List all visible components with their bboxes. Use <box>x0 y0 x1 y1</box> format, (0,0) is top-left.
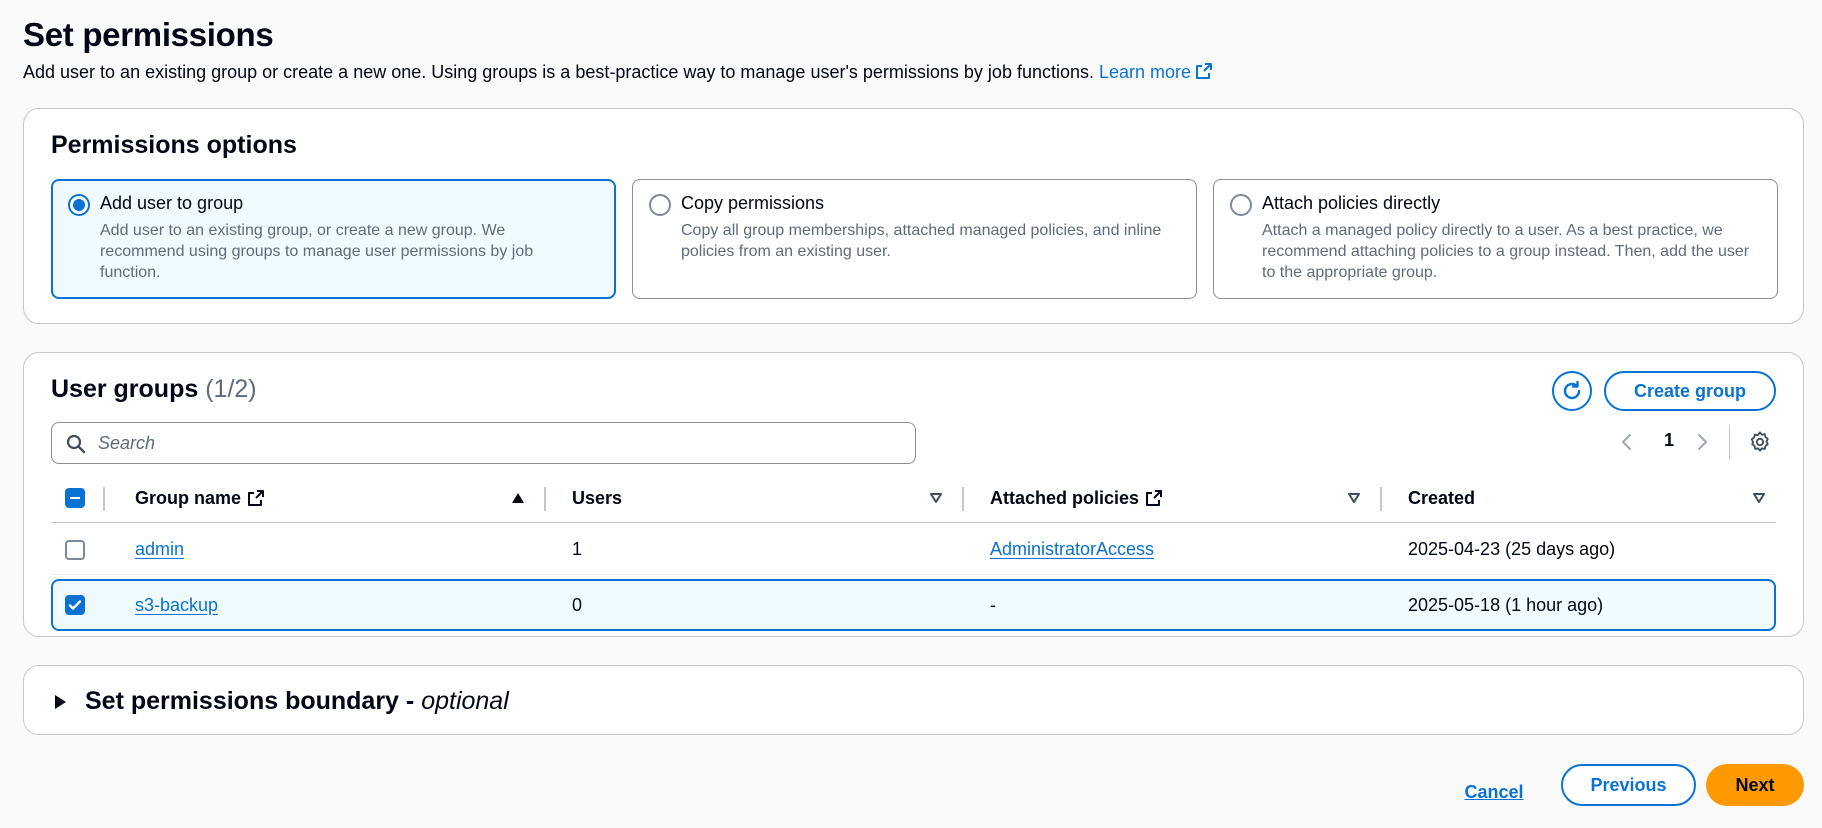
gear-icon[interactable] <box>1749 431 1771 453</box>
page-description: Add user to an existing group or create … <box>23 62 1213 83</box>
option-description: Add user to an existing group, or create… <box>100 222 534 281</box>
external-link-icon <box>1146 490 1163 506</box>
learn-more-link[interactable]: Learn more <box>1099 62 1213 82</box>
boundary-title-text: Set permissions boundary - <box>85 687 422 715</box>
learn-more-label: Learn more <box>1099 62 1192 82</box>
external-link-icon <box>248 490 265 506</box>
table-row[interactable]: admin 1 AdministratorAccess 2025-04-23 (… <box>51 525 1776 575</box>
refresh-button[interactable] <box>1552 371 1592 411</box>
option-attach-policies-directly[interactable]: Attach policies directly Attach a manage… <box>1213 179 1778 299</box>
column-divider <box>962 487 964 511</box>
policy-link[interactable]: AdministratorAccess <box>990 539 1154 560</box>
created-date: 2025-04-23 (25 days ago) <box>1408 539 1616 559</box>
select-all-checkbox[interactable] <box>65 488 85 508</box>
user-groups-title-text: User groups <box>51 375 199 403</box>
search-icon <box>66 434 86 454</box>
optional-label: optional <box>421 687 509 715</box>
sort-ascending-icon[interactable] <box>511 492 525 504</box>
sort-icon[interactable] <box>1347 492 1361 504</box>
search-input[interactable] <box>98 423 898 463</box>
page-description-text: Add user to an existing group or create … <box>23 62 1094 82</box>
column-header-group-name[interactable]: Group name <box>135 473 265 523</box>
caret-right-icon[interactable] <box>53 694 67 710</box>
chevron-right-icon[interactable] <box>1694 433 1710 451</box>
create-group-button[interactable]: Create group <box>1604 371 1776 411</box>
previous-button[interactable]: Previous <box>1561 764 1696 806</box>
option-label: Attach policies directly <box>1262 193 1441 213</box>
page-number[interactable]: 1 <box>1662 430 1676 451</box>
row-checkbox[interactable] <box>65 540 85 560</box>
radio-button-selected[interactable] <box>68 194 90 216</box>
chevron-left-icon[interactable] <box>1619 433 1635 451</box>
option-copy-permissions[interactable]: Copy permissions Copy all group membersh… <box>632 179 1197 299</box>
created-date: 2025-05-18 (1 hour ago) <box>1408 594 1604 615</box>
next-button[interactable]: Next <box>1706 764 1804 806</box>
table-row-selected[interactable]: s3-backup 0 - 2025-05-18 (1 hour ago) <box>51 579 1776 631</box>
page-title: Set permissions <box>23 16 274 53</box>
user-groups-panel: User groups (1/2) Create group 1 Group n… <box>23 352 1804 637</box>
option-label: Copy permissions <box>681 193 825 213</box>
search-field <box>51 422 916 464</box>
table-header: Group name Users Attached policies Creat… <box>51 473 1776 523</box>
row-checkbox-checked[interactable] <box>65 595 85 615</box>
users-count: 1 <box>572 539 583 559</box>
option-label: Add user to group <box>100 193 244 213</box>
radio-button[interactable] <box>1230 194 1252 216</box>
user-groups-title: User groups (1/2) <box>51 375 257 404</box>
permissions-options-panel: Permissions options Add user to group Ad… <box>23 108 1804 324</box>
column-divider <box>103 487 105 511</box>
sort-icon[interactable] <box>1752 492 1766 504</box>
user-groups-count: (1/2) <box>205 375 257 403</box>
permissions-boundary-panel[interactable]: Set permissions boundary - optional <box>23 665 1804 735</box>
option-description: Attach a managed policy directly to a us… <box>1262 222 1750 281</box>
external-link-icon <box>1196 63 1213 79</box>
pager-divider <box>1729 425 1730 459</box>
column-divider <box>1380 487 1382 511</box>
option-add-user-to-group[interactable]: Add user to group Add user to an existin… <box>51 179 616 299</box>
column-header-created[interactable]: Created <box>1408 473 1475 523</box>
cancel-button[interactable]: Cancel <box>1450 772 1538 812</box>
permissions-boundary-title[interactable]: Set permissions boundary - optional <box>85 687 509 716</box>
group-name-link[interactable]: s3-backup <box>135 595 218 616</box>
column-label: Users <box>572 487 623 508</box>
users-count: 0 <box>572 594 583 615</box>
policy-value: - <box>990 594 996 615</box>
column-header-users[interactable]: Users <box>572 473 622 523</box>
radio-button[interactable] <box>649 194 671 216</box>
checkmark-icon <box>68 600 82 610</box>
column-label: Attached policies <box>990 487 1140 508</box>
sort-icon[interactable] <box>929 492 943 504</box>
column-label: Created <box>1408 487 1476 508</box>
option-description: Copy all group memberships, attached man… <box>681 222 1162 260</box>
column-divider <box>544 487 546 511</box>
group-name-link[interactable]: admin <box>135 539 184 560</box>
permissions-options-title: Permissions options <box>51 131 297 159</box>
column-label: Group name <box>135 487 242 508</box>
refresh-icon <box>1563 380 1581 400</box>
column-header-attached-policies[interactable]: Attached policies <box>990 473 1163 523</box>
